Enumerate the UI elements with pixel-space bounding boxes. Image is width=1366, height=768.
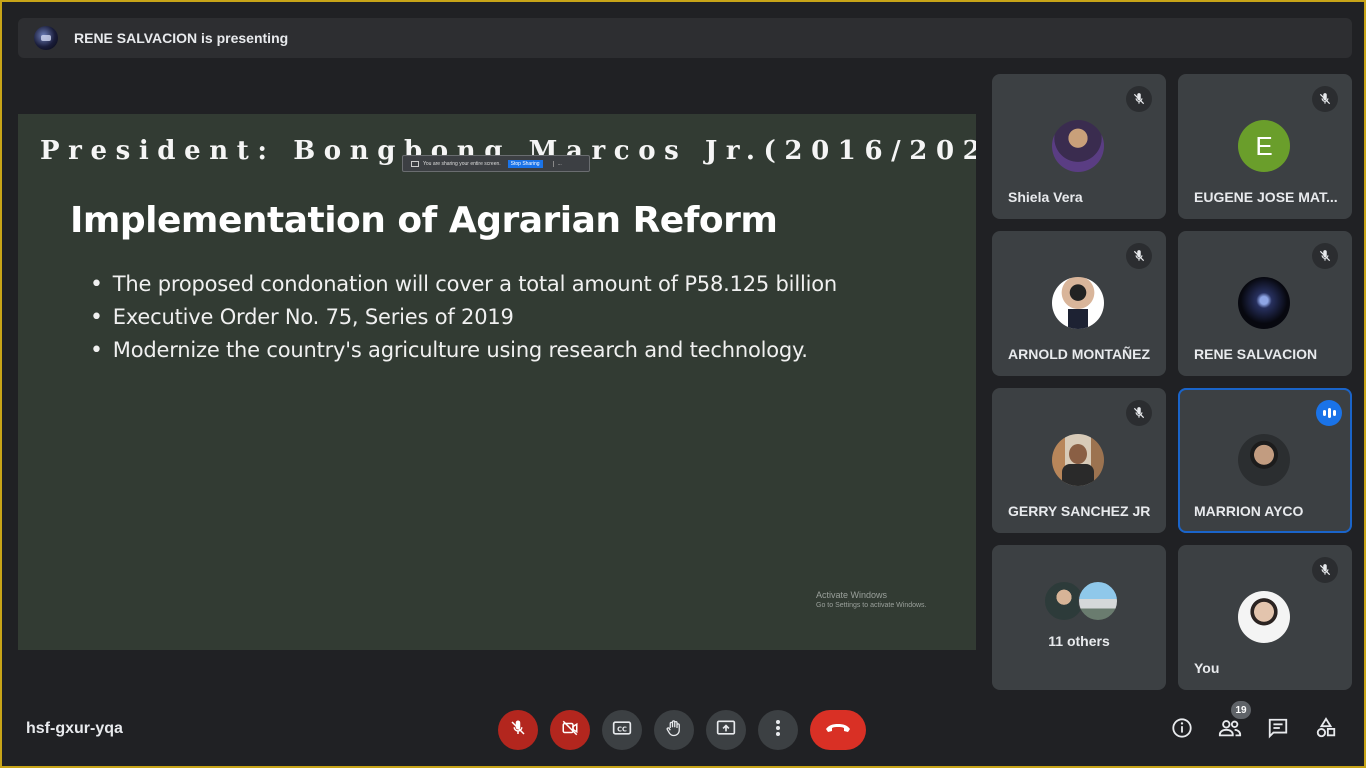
leave-call-button[interactable] — [810, 710, 866, 750]
speaking-indicator-icon — [1316, 400, 1342, 426]
participant-tile[interactable]: ARNOLD MONTAÑEZ — [992, 231, 1166, 376]
share-more-button[interactable]: ... — [552, 160, 562, 167]
svg-text:CC: CC — [617, 725, 627, 733]
mic-off-icon — [1126, 86, 1152, 112]
participant-avatar — [1238, 277, 1290, 329]
camera-toggle-button[interactable] — [550, 710, 590, 750]
participant-name: EUGENE JOSE MAT... — [1194, 189, 1338, 205]
participant-name: ARNOLD MONTAÑEZ — [1008, 346, 1151, 362]
participant-tile[interactable]: RENE SALVACION — [1178, 231, 1352, 376]
share-notice-text: You are sharing your entire screen. — [423, 160, 501, 167]
avatar-initial: E — [1255, 130, 1273, 161]
people-count-badge: 19 — [1231, 701, 1251, 719]
participant-name: Shiela Vera — [1008, 189, 1083, 205]
captions-button[interactable]: CC — [602, 710, 642, 750]
mic-off-icon — [509, 719, 527, 742]
participant-name: RENE SALVACION — [1194, 346, 1318, 362]
participant-avatar — [1238, 591, 1290, 643]
others-tile[interactable]: 11 others — [992, 545, 1166, 690]
watermark-line: Go to Settings to activate Windows. — [816, 602, 927, 609]
participant-avatar — [1238, 434, 1290, 486]
activate-windows-watermark: Activate Windows Go to Settings to activ… — [816, 590, 927, 609]
shared-screen: President: Bongbong Marcos Jr.(2016/2022… — [18, 114, 976, 650]
slide-bullet-list: The proposed condonation will cover a to… — [90, 268, 837, 367]
presenting-text: RENE SALVACION is presenting — [74, 30, 289, 46]
raise-hand-icon — [665, 718, 683, 743]
participant-avatar — [1052, 277, 1104, 329]
share-screen-icon — [411, 160, 419, 167]
participant-avatar — [1052, 120, 1104, 172]
more-options-icon — [775, 719, 781, 742]
participant-tile[interactable]: Shiela Vera — [992, 74, 1166, 219]
slide-bullet: Executive Order No. 75, Series of 2019 — [90, 301, 837, 334]
people-icon — [1218, 718, 1242, 743]
mic-off-icon — [1126, 243, 1152, 269]
present-screen-button[interactable] — [706, 710, 746, 750]
chat-icon — [1267, 717, 1289, 744]
chat-button[interactable] — [1266, 718, 1290, 742]
activities-icon — [1315, 716, 1337, 744]
participant-avatar: E — [1238, 120, 1290, 172]
meeting-info-button[interactable] — [1170, 717, 1194, 744]
raise-hand-button[interactable] — [654, 710, 694, 750]
participant-avatar — [1078, 581, 1118, 621]
slide-bullet: The proposed condonation will cover a to… — [90, 268, 837, 301]
hang-up-icon — [825, 721, 851, 739]
participant-name: GERRY SANCHEZ JR — [1008, 503, 1151, 519]
presenting-banner: RENE SALVACION is presenting — [18, 18, 1352, 58]
screen-share-notice: You are sharing your entire screen. Stop… — [402, 155, 590, 172]
presenter-avatar — [34, 26, 58, 50]
slide-title: Implementation of Agrarian Reform — [70, 200, 778, 241]
meeting-code: hsf-gxur-yqa — [26, 720, 123, 737]
participant-name: MARRION AYCO — [1194, 503, 1304, 519]
participant-tile[interactable]: GERRY SANCHEZ JR — [992, 388, 1166, 533]
mic-off-icon — [1312, 557, 1338, 583]
participant-tile[interactable]: E EUGENE JOSE MAT... — [1178, 74, 1352, 219]
self-tile[interactable]: You — [1178, 545, 1352, 690]
mic-off-icon — [1312, 243, 1338, 269]
more-options-button[interactable] — [758, 710, 798, 750]
people-button[interactable] — [1218, 718, 1242, 742]
others-count-label: 11 others — [1048, 633, 1110, 649]
info-icon — [1171, 717, 1193, 744]
mic-off-icon — [1126, 400, 1152, 426]
slide-bullet: Modernize the country's agriculture usin… — [90, 334, 837, 367]
present-screen-icon — [716, 719, 736, 742]
mic-toggle-button[interactable] — [498, 710, 538, 750]
camera-off-icon — [560, 719, 580, 742]
activities-button[interactable] — [1314, 716, 1338, 744]
participant-tile-active-speaker[interactable]: MARRION AYCO — [1178, 388, 1352, 533]
stop-sharing-button[interactable]: Stop Sharing — [507, 159, 543, 168]
mic-off-icon — [1312, 86, 1338, 112]
watermark-line: Activate Windows — [816, 590, 888, 600]
participant-avatar — [1052, 434, 1104, 486]
participant-name: You — [1194, 660, 1220, 676]
captions-icon: CC — [612, 720, 632, 741]
